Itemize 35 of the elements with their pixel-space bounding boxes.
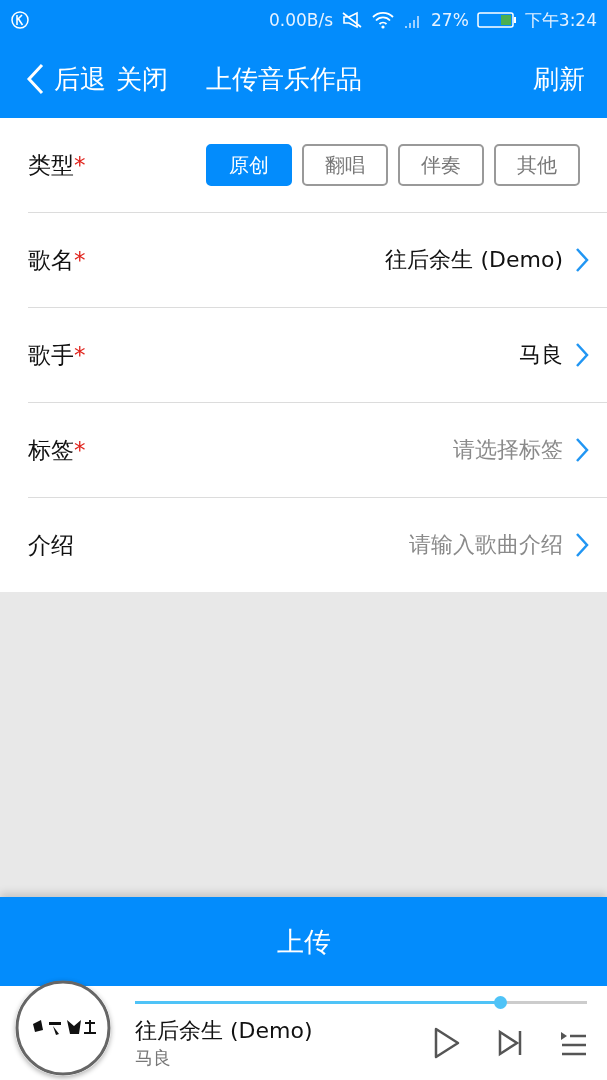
chevron-right-icon[interactable]	[575, 532, 589, 558]
type-option[interactable]: 原创	[206, 144, 292, 186]
close-link[interactable]: 关闭	[116, 61, 168, 97]
type-option[interactable]: 其他	[494, 144, 580, 186]
battery-percentage: 27%	[431, 10, 469, 30]
type-option[interactable]: 伴奏	[398, 144, 484, 186]
field-label: 类型*	[28, 150, 86, 180]
mute-icon	[341, 10, 363, 30]
refresh-button[interactable]: 刷新	[533, 61, 585, 97]
field-label: 歌手*	[28, 340, 86, 370]
progress-thumb[interactable]	[493, 995, 507, 1009]
chevron-right-icon[interactable]	[575, 437, 589, 463]
song-title: 往后余生 (Demo)	[135, 1016, 314, 1045]
battery-icon	[476, 11, 517, 29]
play-icon[interactable]	[433, 1025, 461, 1060]
chevron-right-icon[interactable]	[575, 247, 589, 273]
network-speed: 0.00B/s	[268, 10, 333, 30]
clock: 下午3:24	[524, 8, 597, 32]
field-value: 往后余生 (Demo)	[385, 246, 563, 274]
chevron-right-icon[interactable]	[575, 342, 589, 368]
app-notification-icon	[10, 10, 30, 30]
field-label: 歌名*	[28, 245, 86, 275]
field-value: 马良	[519, 341, 563, 369]
page-title: 上传音乐作品	[206, 62, 362, 96]
text-input[interactable]: 请选择标签	[453, 435, 563, 465]
next-track-icon[interactable]	[497, 1028, 523, 1057]
back-chevron-icon	[26, 63, 44, 95]
back-button[interactable]: 后退	[26, 61, 106, 97]
field-label: 标签*	[28, 435, 86, 465]
type-option[interactable]: 翻唱	[302, 144, 388, 186]
text-input[interactable]: 请输入歌曲介绍	[409, 530, 563, 560]
wifi-icon	[371, 10, 395, 30]
upload-button[interactable]: 上传	[0, 897, 607, 986]
artist-name: 马良	[135, 1045, 172, 1070]
field-label: 介绍	[28, 530, 74, 560]
